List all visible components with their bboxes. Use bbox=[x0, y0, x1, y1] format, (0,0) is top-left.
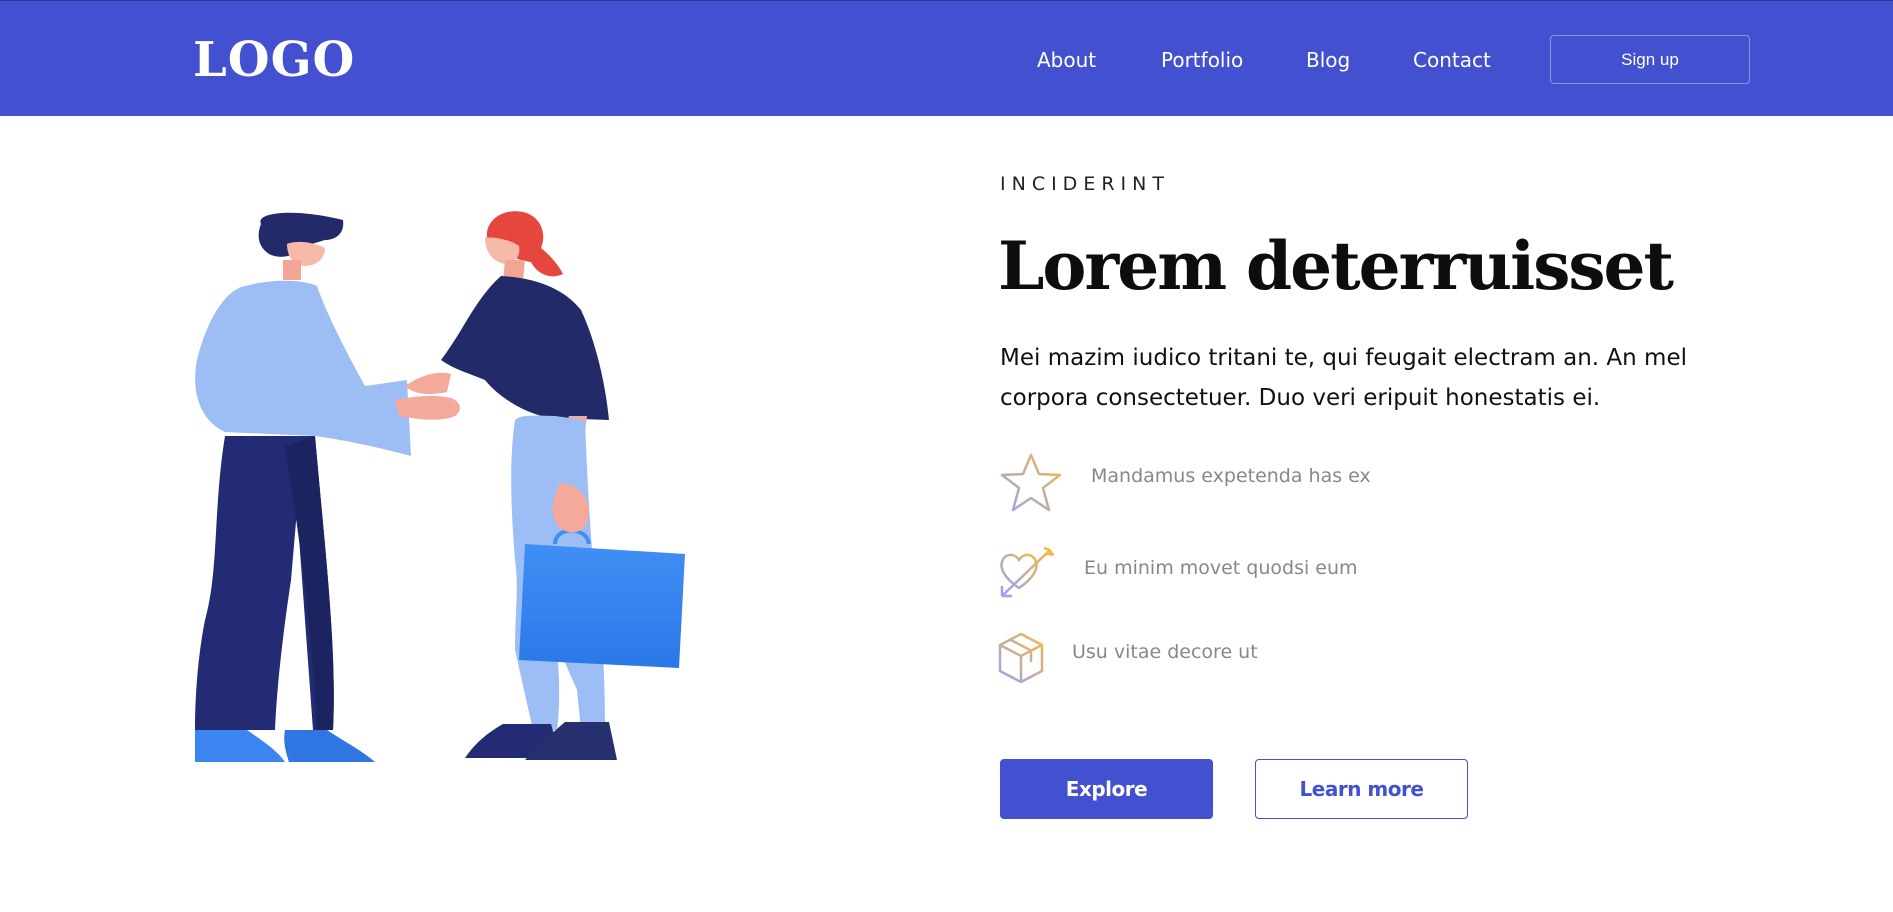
explore-button[interactable]: Explore bbox=[1000, 759, 1213, 819]
hero-lead-paragraph: Mei mazim iudico tritani te, qui feugait… bbox=[1000, 345, 1688, 411]
hero-title: Lorem deterruisset bbox=[998, 227, 1674, 305]
feature-label: Eu minim movet quodsi eum bbox=[1084, 557, 1358, 579]
top-navbar: LOGO About Portfolio Blog Contact Sign u… bbox=[0, 0, 1893, 116]
heart-arrow-icon bbox=[1000, 546, 1054, 598]
box-icon bbox=[998, 632, 1044, 684]
feature-label: Mandamus expetenda has ex bbox=[1091, 465, 1371, 487]
hero-eyebrow: INCIDERINT bbox=[1000, 173, 1170, 195]
logo[interactable]: LOGO bbox=[193, 28, 355, 92]
learn-more-button[interactable]: Learn more bbox=[1255, 759, 1468, 819]
signup-button[interactable]: Sign up bbox=[1550, 35, 1750, 84]
star-icon bbox=[1000, 453, 1062, 512]
woman-figure bbox=[405, 211, 685, 760]
nav-blog[interactable]: Blog bbox=[1306, 45, 1350, 75]
handshake-illustration bbox=[195, 211, 685, 762]
man-figure bbox=[195, 212, 460, 762]
nav-about[interactable]: About bbox=[1037, 45, 1096, 75]
nav-contact[interactable]: Contact bbox=[1413, 45, 1491, 75]
feature-label: Usu vitae decore ut bbox=[1072, 641, 1258, 663]
nav-portfolio[interactable]: Portfolio bbox=[1161, 45, 1243, 75]
